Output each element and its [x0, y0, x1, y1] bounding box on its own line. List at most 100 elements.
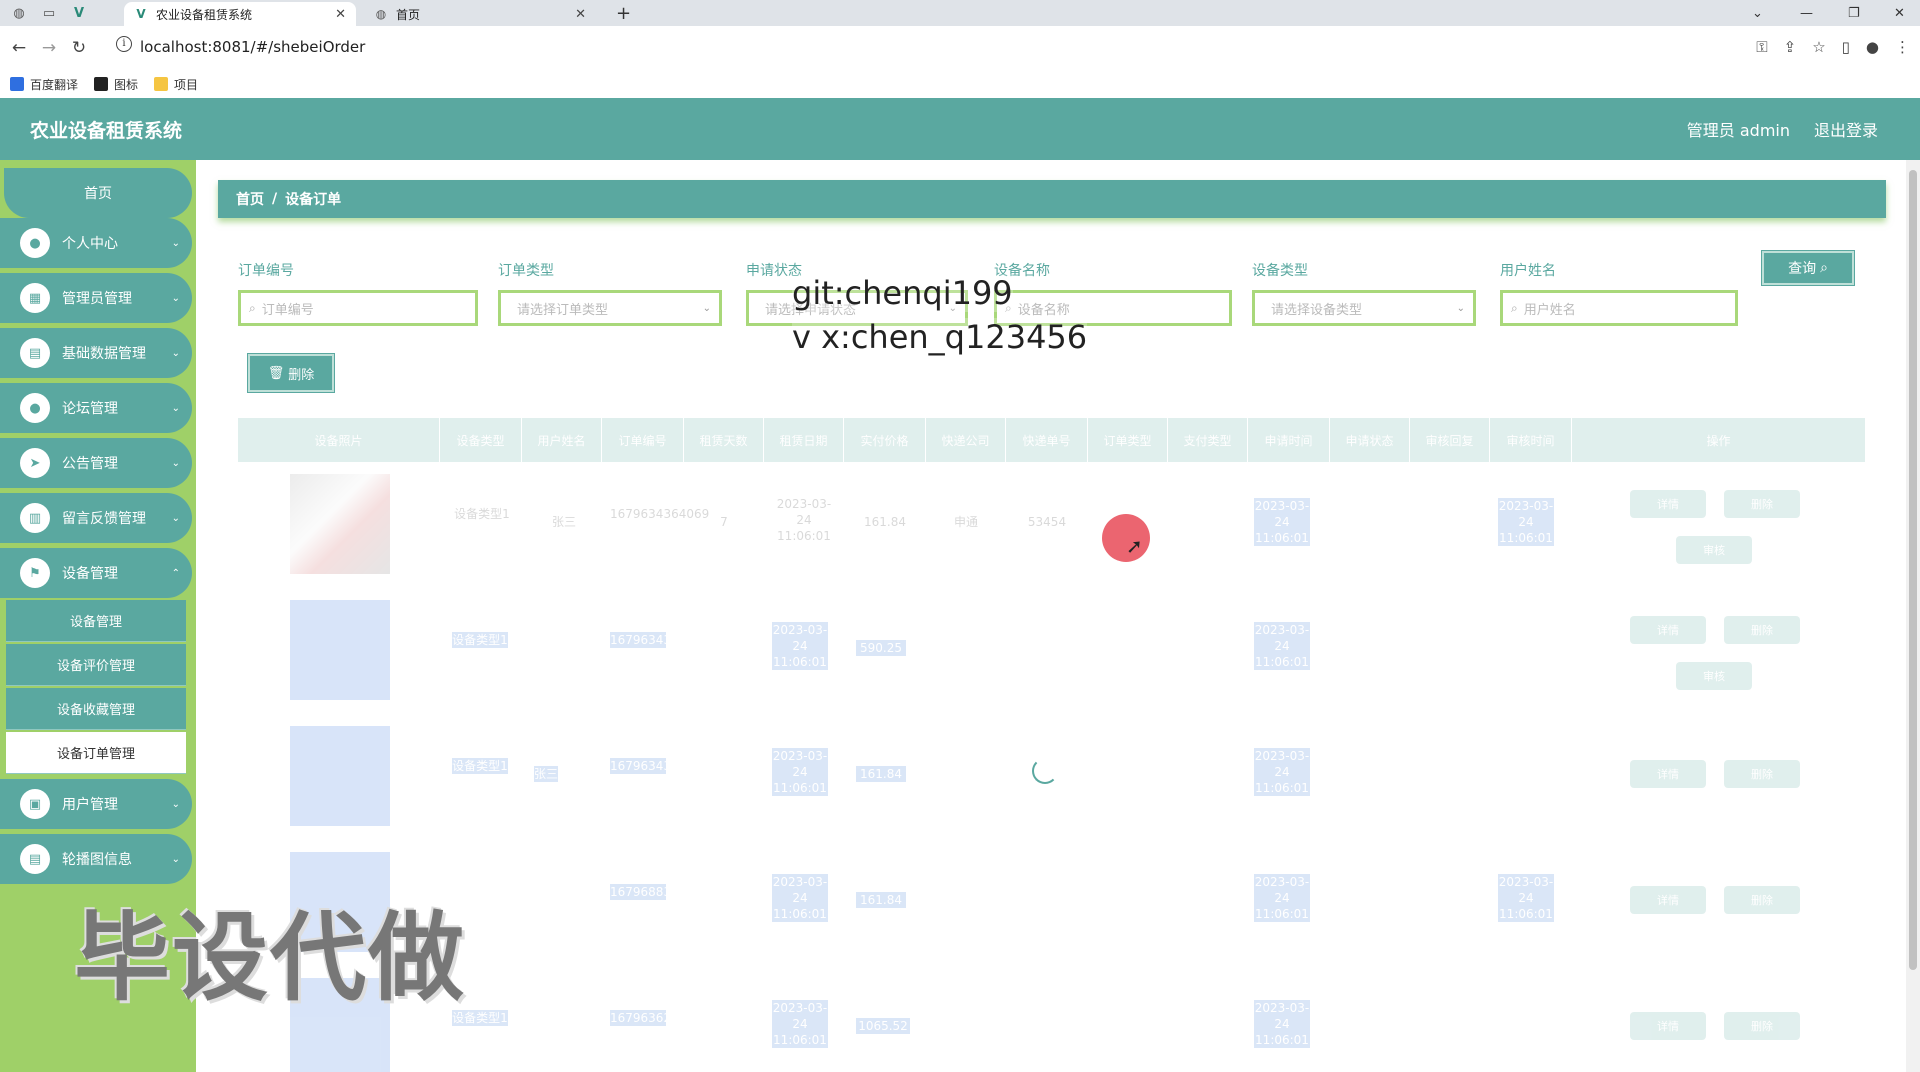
vue-icon[interactable]: V: [68, 2, 90, 24]
placeholder: 请选择订单类型: [517, 302, 609, 318]
tab-thumbnail-icon[interactable]: ▭: [38, 2, 60, 24]
browser-menu-icon[interactable]: ◍: [8, 2, 30, 24]
sidebar-item-admin[interactable]: ▦ 管理员管理 ⌄: [0, 273, 192, 323]
lock-icon: ▣: [20, 789, 50, 819]
close-window-icon[interactable]: ✕: [1894, 0, 1905, 26]
search-icon: ⌕: [1820, 260, 1828, 276]
chevron-down-icon: ⌄: [171, 402, 180, 414]
tab-search-icon[interactable]: ⌄: [1752, 0, 1763, 26]
forward-icon[interactable]: →: [34, 38, 64, 58]
bookmark-label: 百度翻译: [30, 77, 79, 92]
table-cell: 161.84: [856, 766, 906, 782]
table-cell: 1679636242155: [610, 1010, 710, 1026]
sidebar-item-forum[interactable]: ● 论坛管理 ⌄: [0, 383, 192, 433]
table-cell: 1065.52: [856, 1018, 910, 1034]
sidebar-item-feedback[interactable]: ▥ 留言反馈管理 ⌄: [0, 493, 192, 543]
row-audit-button[interactable]: 审核: [1676, 662, 1752, 690]
scrollbar-thumb[interactable]: [1909, 170, 1917, 970]
sidebar-item-home[interactable]: 首页: [4, 168, 192, 218]
tab-title: 农业设备租赁系统: [156, 7, 253, 22]
sidebar-item-personal[interactable]: ● 个人中心 ⌄: [0, 218, 192, 268]
row-delete-button[interactable]: 删除: [1724, 490, 1800, 518]
chart-icon: ▤: [20, 338, 50, 368]
query-label: 查询: [1788, 261, 1817, 277]
table-cell: 161.84: [856, 892, 906, 908]
column-header: 实付价格: [844, 418, 926, 462]
bookmark-icons[interactable]: 图标: [94, 76, 138, 93]
column-header: 用户姓名: [522, 418, 602, 462]
new-tab-icon[interactable]: +: [616, 0, 631, 26]
chevron-down-icon: ⌄: [171, 292, 180, 304]
share-icon[interactable]: ⇪: [1784, 38, 1797, 56]
more-icon[interactable]: ⋮: [1895, 38, 1910, 56]
table-cell: 590.25: [856, 640, 906, 656]
submenu-equipment-review[interactable]: 设备评价管理: [6, 644, 186, 686]
order-no-input[interactable]: ⌕ 订单编号: [238, 290, 478, 326]
minimize-icon[interactable]: —: [1800, 0, 1813, 26]
chevron-down-icon: ⌄: [171, 347, 180, 359]
restore-icon[interactable]: ❐: [1848, 0, 1860, 26]
row-detail-button[interactable]: 详情: [1630, 1012, 1706, 1040]
submenu-equipment-order[interactable]: 设备订单管理: [6, 732, 186, 774]
order-type-select[interactable]: 请选择订单类型 ⌄: [498, 290, 722, 326]
breadcrumb-home[interactable]: 首页: [236, 189, 264, 209]
table-cell: 1679634362879: [610, 758, 710, 774]
back-icon[interactable]: ←: [4, 38, 34, 58]
sidebar-item-equipment[interactable]: ⚑ 设备管理 ⌃: [0, 548, 192, 598]
sidepanel-icon[interactable]: ▯: [1842, 38, 1850, 56]
bookmark-baidu-translate[interactable]: 百度翻译: [10, 76, 78, 93]
url-text[interactable]: localhost:8081/#/shebeiOrder: [140, 38, 365, 56]
table-cell: 2023-03-24 11:06:01: [772, 622, 828, 670]
tab-close-icon[interactable]: ✕: [335, 7, 346, 22]
current-user: 管理员 admin: [1686, 121, 1790, 140]
logout-link[interactable]: 退出登录: [1814, 117, 1878, 141]
tab-active[interactable]: V 农业设备租赁系统 ✕: [124, 2, 356, 26]
equipment-photo: [290, 726, 390, 826]
app-title: 农业设备租赁系统: [30, 119, 183, 142]
table-cell: 2023-03-24 11:06:01: [1498, 874, 1554, 922]
row-delete-button[interactable]: 删除: [1724, 616, 1800, 644]
tab-home[interactable]: ◍ 首页 ✕: [364, 2, 596, 26]
user-name-input[interactable]: ⌕ 用户姓名: [1500, 290, 1738, 326]
row-delete-button[interactable]: 删除: [1724, 760, 1800, 788]
placeholder: 用户姓名: [1523, 302, 1576, 318]
delete-button[interactable]: 🗑 删除: [248, 354, 334, 392]
row-detail-button[interactable]: 详情: [1630, 616, 1706, 644]
address-bar: ← → ↻ i localhost:8081/#/shebeiOrder ⚿ ⇪…: [0, 26, 1920, 70]
column-header: 操作: [1572, 418, 1866, 462]
filter-label-user-name: 用户姓名: [1500, 263, 1556, 279]
column-header: 快递单号: [1006, 418, 1088, 462]
sidebar-item-notice[interactable]: ➤ 公告管理 ⌄: [0, 438, 192, 488]
filter-label-order-no: 订单编号: [238, 263, 294, 279]
table-cell: 2023-03-24 11:06:01: [772, 748, 828, 796]
sidebar-item-users[interactable]: ▣ 用户管理 ⌄: [0, 779, 192, 829]
bookmark-project[interactable]: 项目: [154, 76, 198, 93]
column-header: 租赁天数: [684, 418, 764, 462]
page-scrollbar[interactable]: [1906, 160, 1920, 1072]
sidebar-item-label: 个人中心: [62, 236, 118, 252]
sidebar-item-basic-data[interactable]: ▤ 基础数据管理 ⌄: [0, 328, 192, 378]
key-icon[interactable]: ⚿: [1756, 38, 1767, 56]
info-icon[interactable]: i: [116, 36, 132, 52]
query-button[interactable]: 查询 ⌕: [1762, 251, 1854, 285]
submenu-equipment-favorite[interactable]: 设备收藏管理: [6, 688, 186, 730]
table-cell: 2023-03-24 11:06:01: [772, 1000, 828, 1048]
row-delete-button[interactable]: 删除: [1724, 1012, 1800, 1040]
table-cell: 2023-03-24 11:06:01: [1254, 874, 1310, 922]
row-detail-button[interactable]: 详情: [1630, 760, 1706, 788]
row-audit-button[interactable]: 审核: [1676, 536, 1752, 564]
chevron-down-icon: ⌄: [171, 853, 180, 865]
column-header: 快递公司: [926, 418, 1006, 462]
profile-icon[interactable]: ●: [1866, 38, 1879, 56]
equipment-type-select[interactable]: 请选择设备类型 ⌄: [1252, 290, 1476, 326]
row-detail-button[interactable]: 详情: [1630, 490, 1706, 518]
grid-icon: ▦: [20, 283, 50, 313]
sidebar-item-carousel[interactable]: ▤ 轮播图信息 ⌄: [0, 834, 192, 884]
star-icon[interactable]: ☆: [1812, 38, 1825, 56]
submenu-equipment-manage[interactable]: 设备管理: [6, 600, 186, 642]
tab-close-icon[interactable]: ✕: [575, 7, 586, 22]
row-detail-button[interactable]: 详情: [1630, 886, 1706, 914]
table-cell: 2023-03-24 11:06:01: [776, 497, 832, 543]
reload-icon[interactable]: ↻: [64, 38, 94, 58]
row-delete-button[interactable]: 删除: [1724, 886, 1800, 914]
